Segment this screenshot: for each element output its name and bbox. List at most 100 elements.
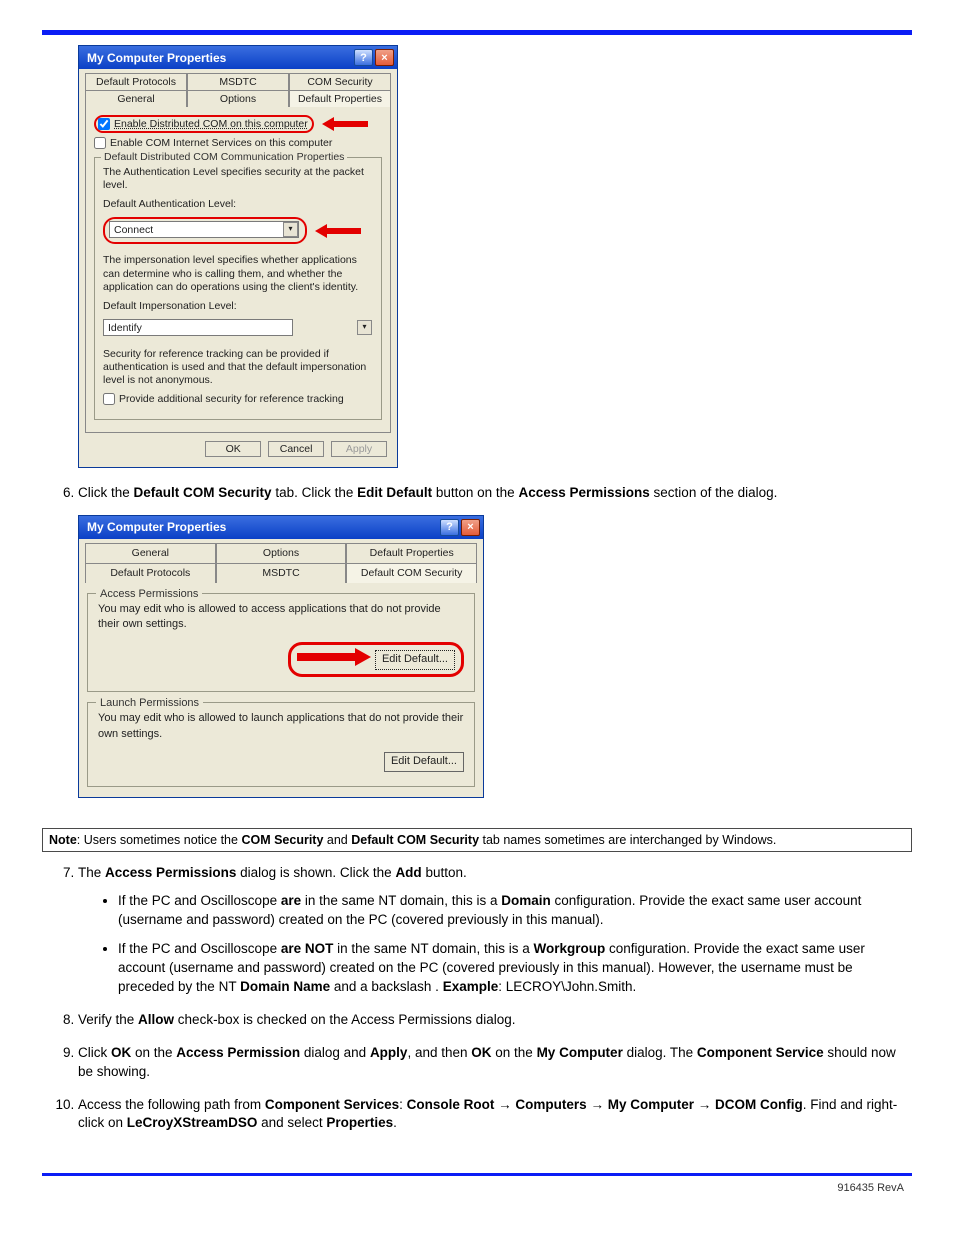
note-b1: COM Security (241, 833, 323, 847)
step10-t1: Access the following path from (78, 1097, 265, 1112)
step7-b2: Add (395, 865, 421, 880)
group-comm-title: Default Distributed COM Communication Pr… (101, 151, 347, 163)
checkbox-enable-dcom[interactable]: Enable Distributed COM on this computer (98, 118, 308, 130)
step6-text4: section of the dialog. (650, 485, 778, 500)
footer-rev: 916435 RevA (42, 1182, 912, 1194)
tab-options[interactable]: Options (216, 543, 347, 563)
dialog2-title: My Computer Properties (87, 519, 438, 536)
checkbox-ref-tracking-input[interactable] (103, 393, 115, 405)
dialog-my-computer-properties-1: My Computer Properties ? × Default Proto… (78, 45, 398, 468)
tab-msdtc[interactable]: MSDTC (216, 563, 347, 583)
imp-level-combo[interactable]: Identify ▾ (103, 319, 373, 336)
step10-arr2: → (587, 1097, 608, 1112)
step9-b3: Apply (370, 1045, 408, 1060)
auth-label: Default Authentication Level: (103, 198, 373, 211)
cancel-button[interactable]: Cancel (268, 441, 324, 457)
step9-b1: OK (111, 1045, 131, 1060)
step9-b2: Access Permission (176, 1045, 300, 1060)
tab-general[interactable]: General (85, 543, 216, 563)
s7b1-b2: Domain (501, 893, 551, 908)
chevron-down-icon[interactable]: ▾ (283, 222, 298, 237)
help-button[interactable]: ? (354, 49, 373, 66)
step7-b1: Access Permissions (105, 865, 236, 880)
s7b1-b1: are (281, 893, 301, 908)
tab-msdtc[interactable]: MSDTC (187, 73, 289, 90)
step8-t2: check-box is checked on the Access Permi… (174, 1012, 515, 1027)
step10-arr3: → (694, 1097, 715, 1112)
step9-t1: Click (78, 1045, 111, 1060)
help-button[interactable]: ? (440, 519, 459, 536)
page-bottom-rule (42, 1173, 912, 1176)
step9-t3: dialog and (300, 1045, 370, 1060)
edit-default-access-button[interactable]: Edit Default... (375, 650, 455, 669)
group-launch-text: You may edit who is allowed to launch ap… (98, 711, 464, 742)
step9-t6: dialog. The (623, 1045, 697, 1060)
group-launch-title: Launch Permissions (96, 696, 203, 711)
edit-default-launch-button[interactable]: Edit Default... (384, 752, 464, 771)
s7b2-b4: Example (443, 979, 499, 994)
note-b2: Default COM Security (351, 833, 479, 847)
group-access-title: Access Permissions (96, 587, 202, 602)
step8-t1: Verify the (78, 1012, 138, 1027)
step7-bullet1: If the PC and Oscilloscope are in the sa… (118, 892, 912, 930)
group-comm-properties: Default Distributed COM Communication Pr… (94, 157, 382, 420)
step6-bold1: Default COM Security (134, 485, 272, 500)
imp-text: The impersonation level specifies whethe… (103, 254, 373, 293)
checkbox-enable-cis-input[interactable] (94, 137, 106, 149)
red-arrow-icon (322, 117, 368, 131)
close-button[interactable]: × (461, 519, 480, 536)
s7b2-b1: are NOT (281, 941, 334, 956)
dialog1-titlebar: My Computer Properties ? × (79, 46, 397, 69)
step9-b6: Component Service (697, 1045, 824, 1060)
dialog2-titlebar: My Computer Properties ? × (79, 516, 483, 539)
step10-t4: and select (257, 1115, 326, 1130)
step6-bold2: Edit Default (357, 485, 432, 500)
group-access-permissions: Access Permissions You may edit who is a… (87, 593, 475, 693)
note-t2: and (323, 833, 351, 847)
step9-t4: , and then (407, 1045, 471, 1060)
tab-default-protocols[interactable]: Default Protocols (85, 73, 187, 90)
checkbox-ref-tracking-label: Provide additional security for referenc… (119, 393, 344, 405)
group-access-text: You may edit who is allowed to access ap… (98, 602, 464, 633)
s7b2-b2: Workgroup (533, 941, 605, 956)
chevron-down-icon[interactable]: ▾ (357, 320, 372, 335)
step10-b5: DCOM Config (715, 1097, 803, 1112)
s7b2-t4: and a backslash . (330, 979, 443, 994)
red-arrow-icon (315, 224, 361, 238)
checkbox-enable-cis[interactable]: Enable COM Internet Services on this com… (94, 137, 382, 149)
step7-bullet2: If the PC and Oscilloscope are NOT in th… (118, 940, 912, 997)
tab-com-security[interactable]: COM Security (289, 73, 391, 90)
step8-b1: Allow (138, 1012, 174, 1027)
dialog1-button-row: OK Cancel Apply (85, 441, 391, 457)
tab-default-properties[interactable]: Default Properties (346, 543, 477, 563)
note-box: Note: Users sometimes notice the COM Sec… (42, 828, 912, 852)
tab-default-protocols[interactable]: Default Protocols (85, 563, 216, 583)
checkbox-enable-cis-label: Enable COM Internet Services on this com… (110, 137, 332, 149)
step-9: Click OK on the Access Permission dialog… (78, 1044, 912, 1082)
imp-level-value: Identify (103, 319, 293, 336)
step9-t5: on the (492, 1045, 537, 1060)
dialog-my-computer-properties-2: My Computer Properties ? × General Optio… (78, 515, 484, 797)
checkbox-enable-dcom-input[interactable] (98, 118, 110, 130)
step10-b7: Properties (326, 1115, 393, 1130)
step6-bold3: Access Permissions (518, 485, 649, 500)
step10-arr1: → (494, 1097, 515, 1112)
auth-level-combo[interactable]: Connect ▾ (109, 221, 299, 238)
group-launch-permissions: Launch Permissions You may edit who is a… (87, 702, 475, 786)
apply-button[interactable]: Apply (331, 441, 387, 457)
ok-button[interactable]: OK (205, 441, 261, 457)
auth-level-value: Connect (109, 221, 299, 238)
step10-b6: LeCroyXStreamDSO (127, 1115, 258, 1130)
tab-general[interactable]: General (85, 90, 187, 107)
step-6: Click the Default COM Security tab. Clic… (78, 484, 912, 813)
step10-b3: Computers (515, 1097, 586, 1112)
step-7: The Access Permissions dialog is shown. … (78, 864, 912, 997)
checkbox-ref-tracking[interactable]: Provide additional security for referenc… (103, 393, 373, 405)
tab-default-properties[interactable]: Default Properties (289, 90, 391, 107)
step6-text2: tab. Click the (272, 485, 358, 500)
step7-post: button. (422, 865, 467, 880)
close-button[interactable]: × (375, 49, 394, 66)
tab-default-com-security[interactable]: Default COM Security (346, 563, 477, 583)
tab-options[interactable]: Options (187, 90, 289, 107)
s7b1-t2: in the same NT domain, this is a (301, 893, 501, 908)
